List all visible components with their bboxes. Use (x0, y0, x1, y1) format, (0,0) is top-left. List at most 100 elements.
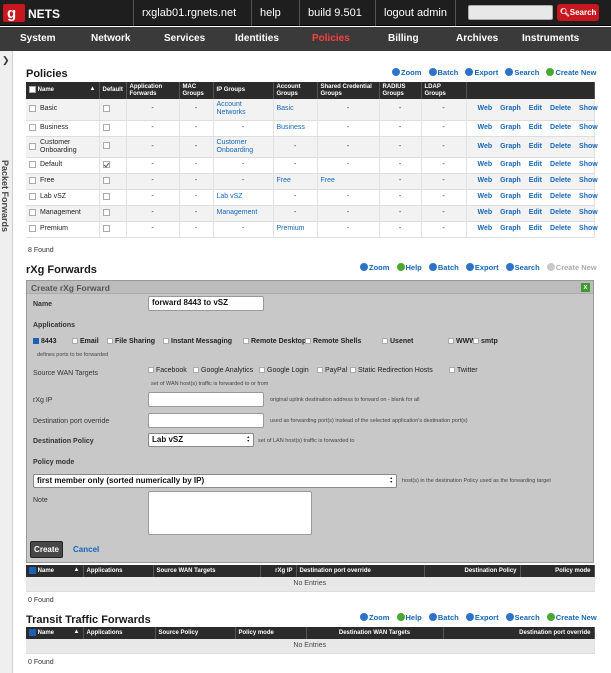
row-checkbox[interactable] (29, 124, 36, 132)
batch-action[interactable]: Batch (428, 263, 459, 272)
global-search-input[interactable] (468, 5, 553, 20)
row-edit-link[interactable]: Edit (529, 105, 542, 112)
source-wan-option[interactable]: Twitter (449, 367, 478, 374)
row-web-link[interactable]: Web (478, 143, 493, 150)
row-show-link[interactable]: Show (579, 143, 598, 150)
row-show-link[interactable]: Show (579, 209, 598, 216)
application-checkbox[interactable] (72, 338, 78, 345)
row-graph-link[interactable]: Graph (500, 143, 521, 150)
col-policy-mode[interactable]: Policy mode (235, 627, 307, 639)
source-wan-option[interactable]: PayPal (317, 367, 347, 374)
row-delete-link[interactable]: Delete (550, 105, 571, 112)
col-shared-groups[interactable]: Shared Credential Groups (317, 82, 380, 99)
row-ip[interactable]: Account Networks (213, 99, 274, 121)
source-wan-checkbox[interactable] (148, 367, 154, 374)
application-checkbox[interactable] (243, 338, 249, 345)
source-wan-checkbox[interactable] (449, 367, 455, 374)
row-checkbox[interactable] (29, 143, 36, 150)
row-acct[interactable]: Business (273, 120, 318, 137)
row-delete-link[interactable]: Delete (550, 161, 571, 168)
nav-policies[interactable]: Policies (312, 27, 350, 51)
select-all-checkbox[interactable] (29, 86, 36, 94)
application-option[interactable]: 8443 (33, 338, 57, 345)
logout-link[interactable]: logout admin (375, 0, 456, 26)
row-checkbox[interactable] (29, 193, 36, 201)
row-web-link[interactable]: Web (478, 193, 493, 200)
application-checkbox[interactable] (448, 338, 454, 345)
nav-system[interactable]: System (20, 27, 56, 51)
nav-services[interactable]: Services (164, 27, 205, 51)
row-delete-link[interactable]: Delete (550, 124, 571, 131)
col-applications[interactable]: Applications (83, 627, 156, 639)
row-graph-link[interactable]: Graph (500, 177, 521, 184)
source-wan-checkbox[interactable] (259, 367, 265, 374)
source-wan-option[interactable]: Static Redirection Hosts (350, 367, 433, 374)
col-default[interactable]: Default (99, 82, 127, 99)
col-name[interactable]: Name ▲ (26, 627, 84, 639)
help-link[interactable]: help (251, 0, 289, 26)
note-textarea[interactable] (148, 491, 312, 535)
application-option[interactable]: Remote Shells (305, 338, 361, 345)
application-option[interactable]: smtp (473, 338, 498, 345)
batch-action[interactable]: Batch (428, 68, 458, 77)
row-show-link[interactable]: Show (579, 124, 598, 131)
row-delete-link[interactable]: Delete (550, 193, 571, 200)
row-ip[interactable]: Customer Onboarding (213, 136, 274, 158)
search-action[interactable]: Search (505, 263, 540, 272)
row-edit-link[interactable]: Edit (529, 161, 542, 168)
help-action[interactable]: Help (396, 613, 422, 622)
row-edit-link[interactable]: Edit (529, 225, 542, 232)
batch-action[interactable]: Batch (428, 613, 459, 622)
row-checkbox[interactable] (29, 161, 36, 169)
row-edit-link[interactable]: Edit (529, 143, 542, 150)
row-graph-link[interactable]: Graph (500, 105, 521, 112)
col-dest-port[interactable]: Destination port override (443, 627, 595, 639)
row-show-link[interactable]: Show (579, 193, 598, 200)
close-icon[interactable]: x (581, 283, 590, 292)
col-source-policy[interactable]: Source Policy (155, 627, 236, 639)
row-acct[interactable]: Free (273, 173, 318, 190)
source-wan-option[interactable]: Google Analytics (193, 367, 253, 374)
application-option[interactable]: Email (72, 338, 99, 345)
source-wan-checkbox[interactable] (317, 367, 323, 374)
nav-instruments[interactable]: Instruments (522, 27, 579, 51)
row-web-link[interactable]: Web (478, 161, 493, 168)
row-ip[interactable]: Management (213, 205, 274, 222)
zoom-action[interactable]: Zoom (360, 263, 389, 272)
zoom-action[interactable]: Zoom (360, 613, 389, 622)
select-all-checkbox[interactable] (29, 628, 36, 636)
row-web-link[interactable]: Web (478, 124, 493, 131)
application-option[interactable]: WWW (448, 338, 476, 345)
row-checkbox[interactable] (29, 209, 36, 217)
row-checkbox[interactable] (29, 225, 36, 233)
row-show-link[interactable]: Show (579, 161, 598, 168)
row-graph-link[interactable]: Graph (500, 193, 521, 200)
source-wan-option[interactable]: Google Login (259, 367, 309, 374)
row-edit-link[interactable]: Edit (529, 124, 542, 131)
row-delete-link[interactable]: Delete (550, 177, 571, 184)
application-option[interactable]: Instant Messaging (163, 338, 232, 345)
col-policy-mode[interactable]: Policy mode (520, 565, 595, 577)
col-applications[interactable]: Applications (83, 565, 154, 577)
source-wan-checkbox[interactable] (193, 367, 199, 374)
col-dest-policy[interactable]: Destination Policy (424, 565, 521, 577)
col-source-wan[interactable]: Source WAN Targets (153, 565, 261, 577)
col-dest-port[interactable]: Destination port override (296, 565, 425, 577)
application-checkbox[interactable] (305, 338, 311, 345)
row-checkbox[interactable] (29, 177, 36, 185)
row-web-link[interactable]: Web (478, 177, 493, 184)
application-option[interactable]: File Sharing (107, 338, 155, 345)
export-action[interactable]: Export (465, 68, 498, 77)
chevron-right-icon[interactable]: ❯ (2, 55, 10, 66)
row-acct[interactable]: Premium (273, 221, 318, 238)
col-dest-wan[interactable]: Destination WAN Targets (306, 627, 444, 639)
row-checkbox[interactable] (29, 105, 36, 113)
policy-mode-select[interactable]: first member only (sorted numerically by… (33, 474, 397, 488)
col-name[interactable]: Name ▲ (26, 82, 100, 99)
name-input[interactable]: forward 8443 to vSZ (148, 296, 264, 311)
cancel-button[interactable]: Cancel (73, 545, 99, 554)
application-checkbox[interactable] (163, 338, 169, 345)
row-edit-link[interactable]: Edit (529, 177, 542, 184)
row-edit-link[interactable]: Edit (529, 209, 542, 216)
dest-port-input[interactable] (148, 413, 264, 428)
